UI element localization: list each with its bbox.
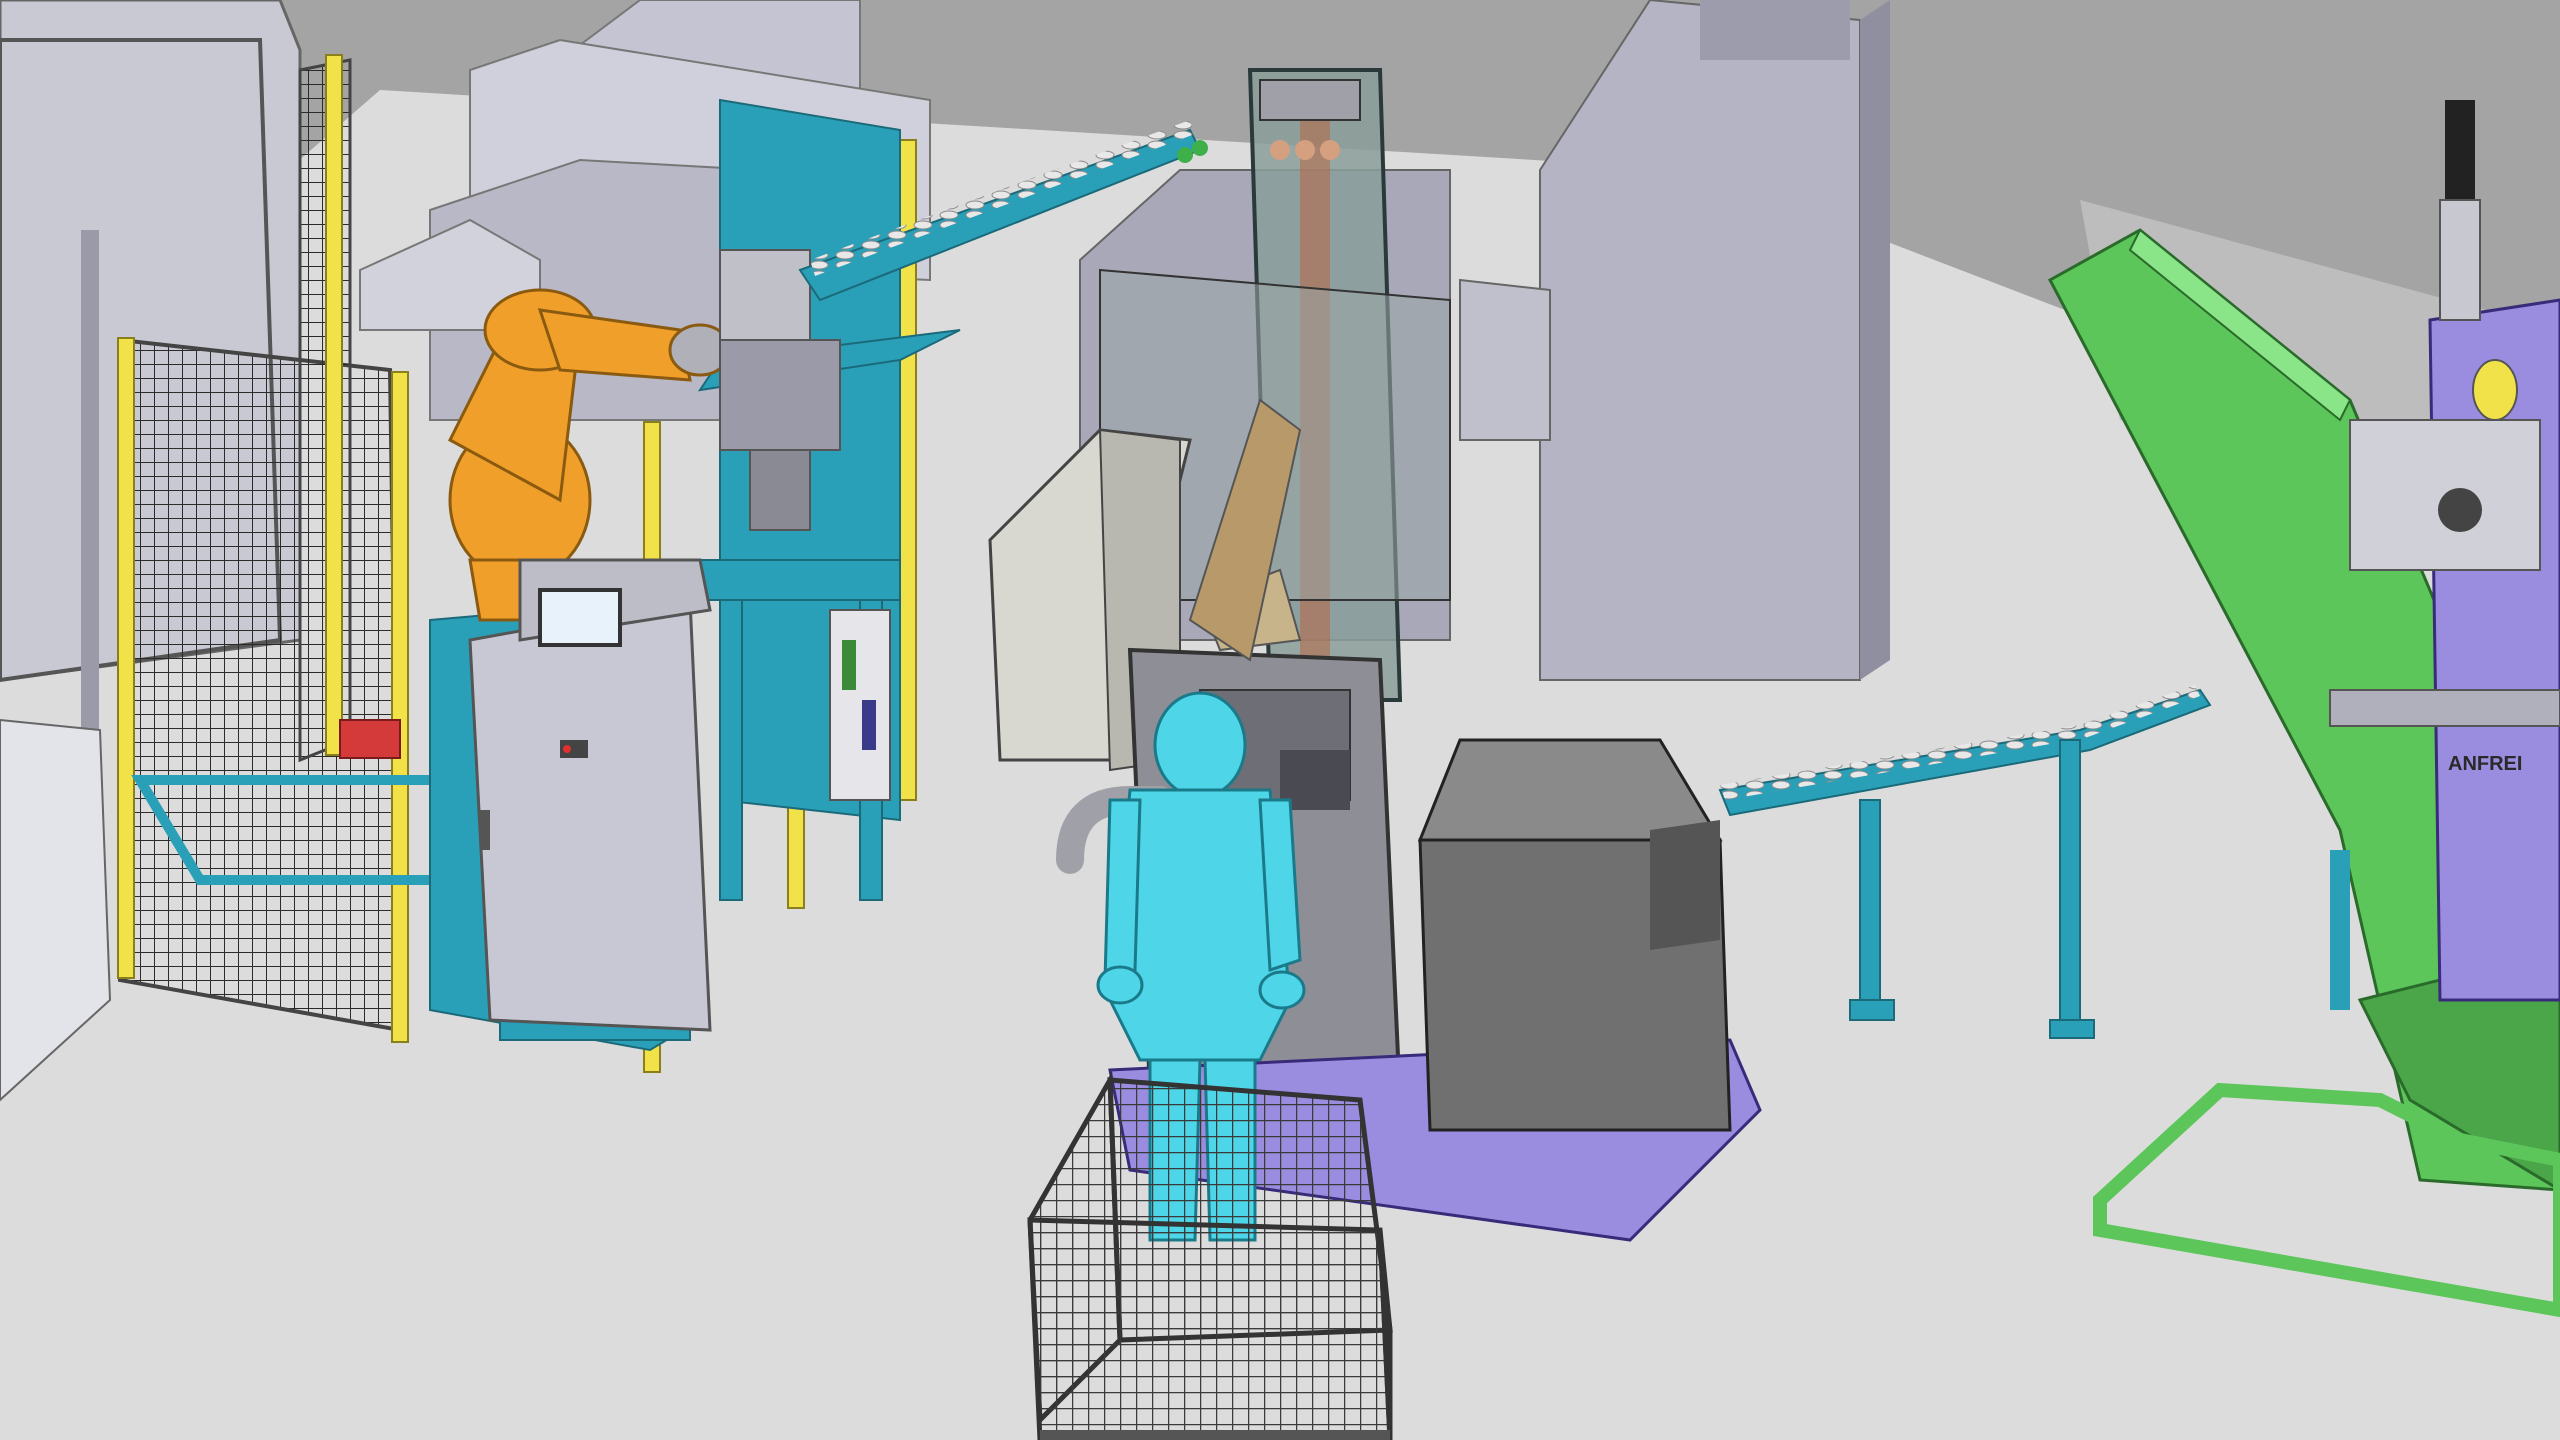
hmi-screen [538,588,622,647]
factory-cell-3d-layout: ANFREI [0,0,2560,1440]
safety-lock-red [339,719,401,759]
station-electrical-panel [829,609,891,801]
lift-stencil-text: ANFREI [2448,753,2522,775]
mesh-panel-gate [118,337,403,1033]
wire-mesh-basket [1027,1071,1393,1440]
